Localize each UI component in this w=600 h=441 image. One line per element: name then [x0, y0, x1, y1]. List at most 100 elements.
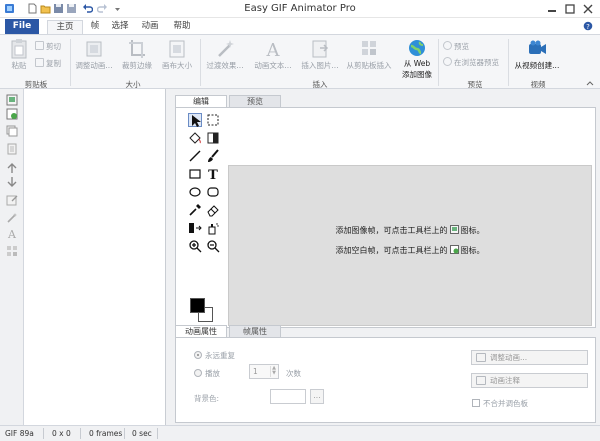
rectangle-tool-icon[interactable] — [188, 167, 202, 181]
clipboard-insert-icon — [362, 41, 376, 55]
color-replace-icon[interactable] — [206, 131, 220, 145]
crop-edges-button[interactable]: 裁剪边缘 — [119, 38, 155, 71]
help-icon[interactable]: ? — [583, 21, 593, 31]
text-icon[interactable]: A — [6, 227, 18, 239]
zoom-out-icon[interactable] — [206, 239, 220, 253]
frame-list[interactable] — [24, 89, 166, 425]
status-frames: 0 frames — [89, 429, 123, 438]
video-camera-icon — [529, 40, 546, 54]
ellipse-tool-icon[interactable] — [188, 185, 202, 199]
insert-from-clipboard-button[interactable]: 从剪贴板插入 — [343, 38, 395, 71]
copy-button[interactable]: 复制 — [35, 58, 61, 70]
title-bar: Easy GIF Animator Pro — [0, 0, 600, 18]
hint2-text: 添加空白帧，可点击工具栏上的 — [335, 246, 448, 255]
move-up-icon[interactable] — [6, 162, 18, 174]
crop-edges-label: 裁剪边缘 — [122, 61, 152, 70]
no-merge-palette-checkbox[interactable] — [472, 399, 480, 407]
tab-file[interactable]: File — [5, 19, 39, 34]
cut-label: 剪切 — [46, 42, 61, 51]
canvas-area[interactable]: 添加图像帧，可点击工具栏上的 图标。 添加空白帧，可点击工具栏上的 图标。 — [228, 165, 592, 326]
cut-button[interactable]: 剪切 — [35, 41, 61, 53]
adjust-animation-label: 调整动画... — [490, 353, 528, 362]
canvas-size-label: 画布大小 — [162, 61, 192, 70]
loop-forever-label: 永远重复 — [205, 351, 235, 360]
fill-bucket-icon[interactable] — [188, 131, 202, 145]
tab-select[interactable]: 选择 — [106, 20, 134, 35]
delete-frame-icon[interactable] — [6, 143, 18, 155]
create-from-video-button[interactable]: 从视频创建... — [512, 38, 562, 71]
maximize-icon[interactable] — [563, 3, 577, 15]
line-tool-icon[interactable] — [188, 149, 202, 163]
loop-forever-radio[interactable] — [194, 351, 202, 359]
stepper-arrows-icon[interactable]: ▲ ▼ — [270, 366, 277, 377]
move-down-icon[interactable] — [6, 176, 18, 188]
zoom-in-icon[interactable] — [188, 239, 202, 253]
paste-button[interactable]: 粘贴 — [6, 38, 32, 71]
browser-preview-label: 在浏览器预览 — [454, 58, 499, 67]
minimize-icon[interactable] — [545, 3, 559, 15]
frame-properties-icon[interactable] — [6, 194, 18, 206]
ribbon-separator — [438, 39, 439, 86]
tab-home[interactable]: 主页 — [47, 20, 83, 35]
play-count-radio[interactable] — [194, 369, 202, 377]
adjust-animation-button[interactable]: 调整动画... — [471, 350, 588, 365]
preview-label: 预览 — [454, 42, 469, 51]
ribbon-separator — [70, 39, 71, 86]
bg-color-field[interactable] — [270, 389, 306, 404]
add-blank-frame-icon[interactable] — [6, 108, 18, 120]
eyedropper-tool-icon[interactable] — [188, 203, 202, 217]
canvas-size-button[interactable]: 画布大小 — [159, 38, 195, 71]
play-count-stepper[interactable]: 1 ▲ ▼ — [249, 364, 279, 379]
animation-comment-label: 动画注释 — [490, 376, 520, 385]
flip-tool-icon[interactable] — [188, 221, 202, 235]
transition-effect-label: 过渡效果... — [206, 61, 244, 70]
edit-panel: T 添加图像帧，可点击工具栏上的 图标。 添加空白帧，可点击工具栏上的 图标。 — [175, 107, 596, 328]
transition-effect-button[interactable]: 过渡效果... — [203, 38, 247, 71]
tab-animation[interactable]: 动画 — [136, 20, 164, 35]
ribbon-separator — [200, 39, 201, 86]
paste-icon — [11, 39, 27, 59]
add-from-web-button[interactable]: 从 Web 添加图像 — [398, 38, 436, 80]
main-area: 编辑 预览 T 添加图像帧，可点击工具栏上的 图标。 添加空白帧，可点击工具栏上的… — [166, 89, 600, 425]
add-from-web-label-line2: 添加图像 — [402, 70, 432, 79]
loop-forever-option[interactable]: 永远重复 — [194, 350, 235, 361]
add-image-frame-icon[interactable] — [6, 94, 18, 106]
spray-tool-icon[interactable] — [206, 221, 220, 235]
foreground-color-swatch[interactable] — [190, 298, 205, 313]
text-tool-icon[interactable]: T — [206, 167, 220, 181]
globe-icon — [409, 40, 425, 56]
comment-icon — [476, 376, 486, 385]
hint2-suffix: 图标。 — [460, 246, 485, 255]
brush-tool-icon[interactable] — [206, 149, 220, 163]
animation-properties-panel: 永远重复 播放 1 ▲ ▼ 次数 背景色: ... 调整动画... 动画注释 不合… — [175, 337, 596, 423]
copy-label: 复制 — [46, 59, 61, 68]
collapse-ribbon-icon[interactable] — [586, 79, 594, 86]
insert-image-button[interactable]: 插入图片... — [299, 38, 341, 71]
tab-help[interactable]: 帮助 — [168, 20, 196, 35]
resize-animation-label: 调整动画... — [75, 61, 113, 70]
no-merge-palette-option[interactable]: 不合并调色板 — [472, 398, 528, 409]
browser-preview-button[interactable]: 在浏览器预览 — [443, 57, 499, 69]
duplicate-frame-icon[interactable] — [6, 125, 18, 137]
preview-button[interactable]: 预览 — [443, 41, 469, 53]
scissors-icon — [35, 41, 44, 50]
animation-comment-button[interactable]: 动画注释 — [471, 373, 588, 388]
animated-text-button[interactable]: A 动画文本... — [251, 38, 295, 71]
close-icon[interactable] — [581, 3, 595, 15]
split-frames-icon[interactable] — [6, 245, 18, 257]
adjust-icon — [476, 353, 486, 362]
marquee-select-icon[interactable] — [206, 113, 220, 127]
text-a-icon: A — [266, 40, 281, 60]
status-time: 0 sec — [132, 429, 152, 438]
resize-animation-button[interactable]: 调整动画... — [74, 38, 114, 71]
add-from-web-label-line1: 从 Web — [403, 59, 431, 68]
tab-frame[interactable]: 帧 — [84, 20, 106, 35]
times-label: 次数 — [286, 369, 301, 378]
rounded-rect-tool-icon[interactable] — [206, 185, 220, 199]
play-count-option[interactable]: 播放 — [194, 368, 220, 379]
svg-text:T: T — [208, 168, 218, 181]
bg-color-browse-button[interactable]: ... — [310, 389, 324, 404]
eraser-tool-icon[interactable] — [206, 203, 220, 217]
transition-wand-icon[interactable] — [6, 212, 18, 224]
pointer-tool-icon[interactable] — [188, 113, 202, 127]
